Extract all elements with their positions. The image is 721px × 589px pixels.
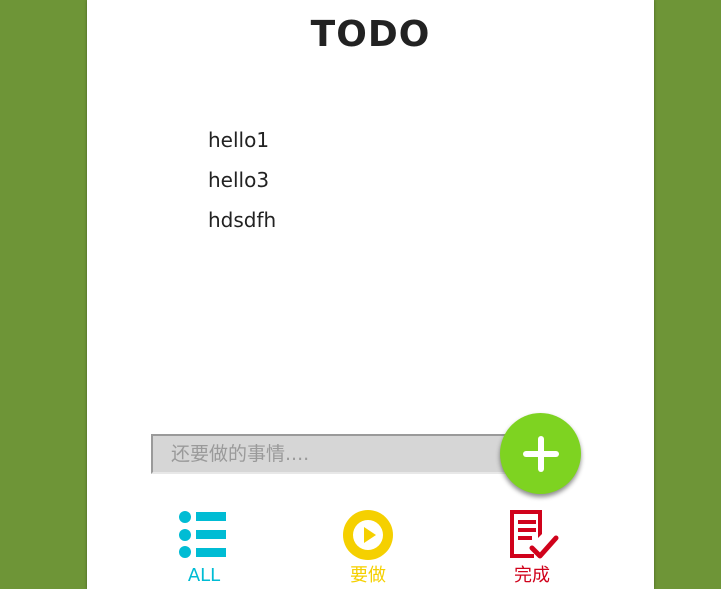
plus-icon — [522, 435, 559, 472]
page-title: TODO — [310, 14, 431, 55]
nav-done[interactable]: 完成 — [482, 504, 582, 586]
todo-item[interactable]: hello1 — [208, 124, 276, 164]
todo-item[interactable]: hdsdfh — [208, 204, 276, 244]
nav-all[interactable]: ALL — [154, 504, 254, 586]
add-todo-button[interactable] — [500, 413, 581, 494]
nav-done-label: 完成 — [514, 565, 550, 586]
checklist-icon — [510, 510, 559, 559]
list-icon — [179, 511, 226, 558]
nav-todo-label: 要做 — [350, 565, 386, 586]
todo-list: hello1 hello3 hdsdfh — [208, 124, 276, 244]
nav-todo[interactable]: 要做 — [318, 504, 418, 586]
play-icon — [343, 510, 393, 560]
nav-all-label: ALL — [187, 565, 221, 586]
app-panel: TODO hello1 hello3 hdsdfh ALL — [87, 0, 654, 589]
new-todo-input[interactable] — [151, 434, 511, 474]
bottom-nav: ALL 要做 完成 — [87, 504, 654, 589]
todo-item[interactable]: hello3 — [208, 164, 276, 204]
